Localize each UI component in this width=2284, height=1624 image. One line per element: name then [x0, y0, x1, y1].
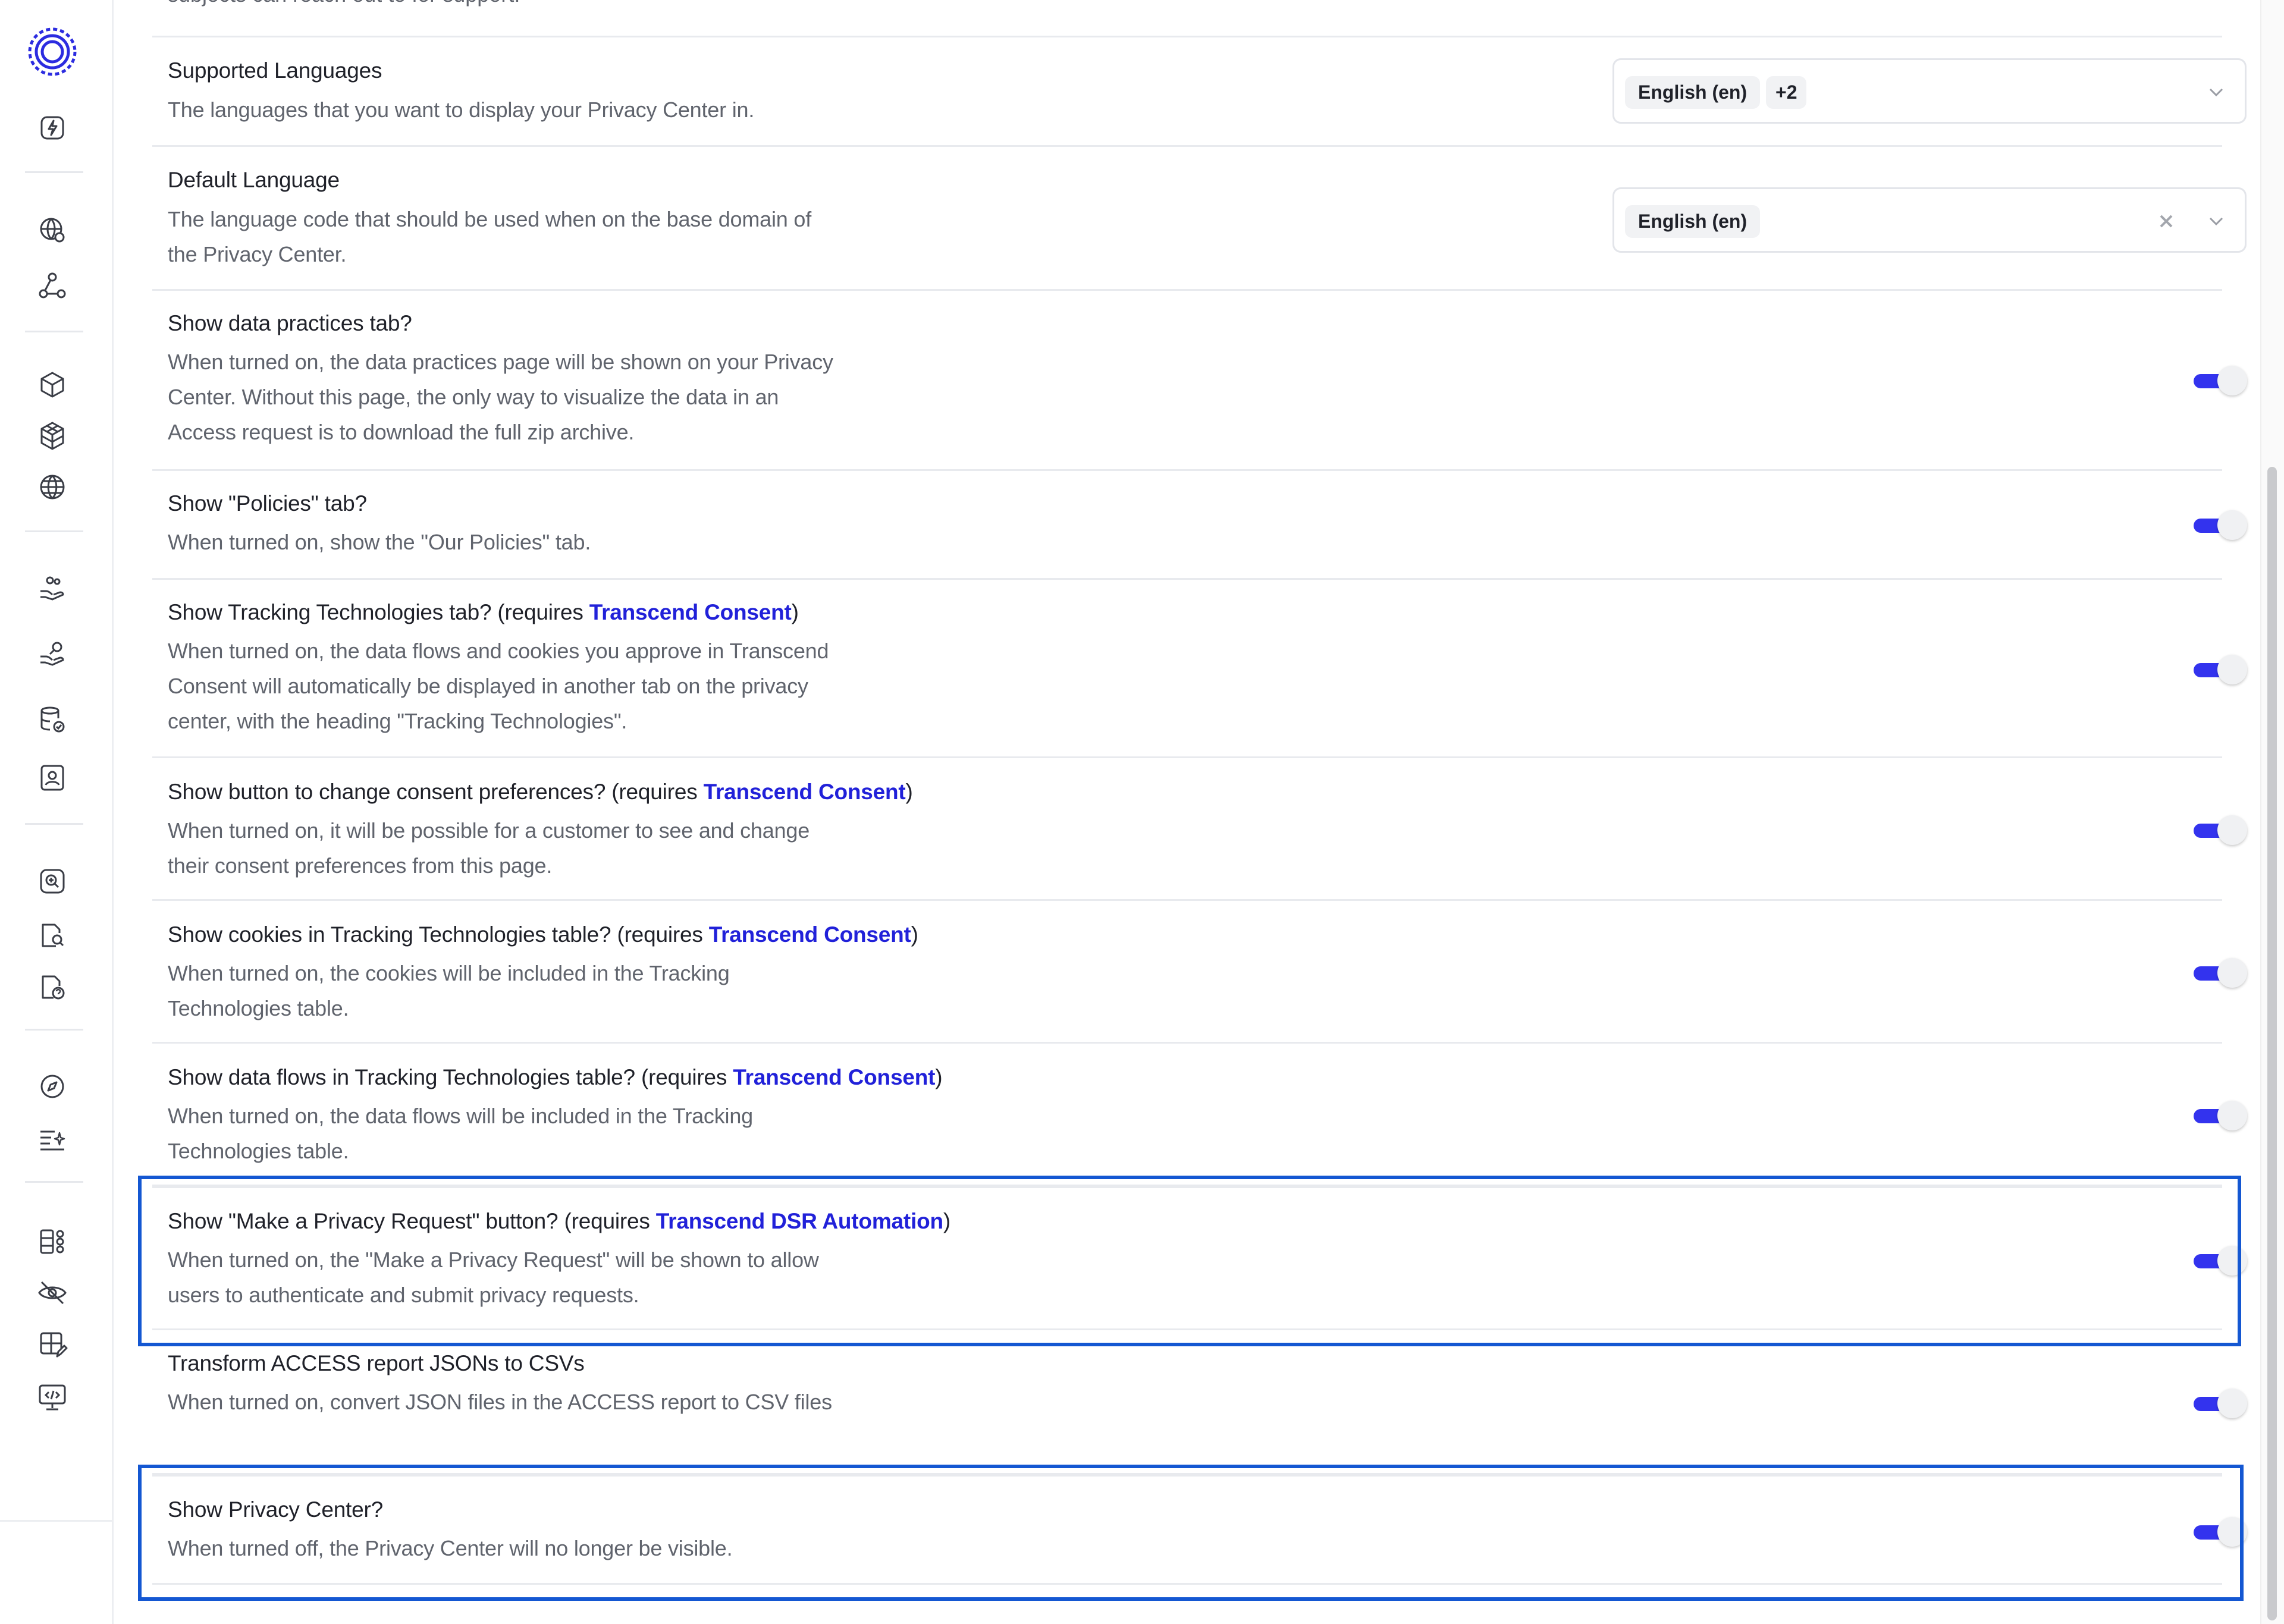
hand-key-icon[interactable]: [34, 636, 70, 672]
supported-languages-select[interactable]: English (en) +2: [1612, 58, 2247, 124]
setting-title: Supported Languages: [168, 58, 382, 83]
layout-blocks-icon[interactable]: [34, 1224, 70, 1259]
setting-default-language: Default Language The language code that …: [152, 147, 2247, 291]
more-languages-chip: +2: [1766, 76, 1807, 109]
language-chip: English (en): [1625, 76, 1761, 109]
setting-description: When turned on, it will be possible for …: [168, 818, 810, 878]
setting-show-cookies-in-table: Show cookies in Tracking Technologies ta…: [152, 901, 2247, 1044]
setting-show-data-practices-tab: Show data practices tab? When turned on,…: [152, 291, 2247, 471]
setting-show-consent-preferences-button: Show button to change consent preference…: [152, 758, 2247, 901]
setting-description: When turned on, the cookies will be incl…: [168, 961, 730, 1020]
transcend-consent-link[interactable]: Transcend Consent: [704, 780, 906, 804]
document-search-icon[interactable]: [34, 918, 70, 953]
grid-edit-icon[interactable]: [34, 1327, 70, 1362]
scrollbar-thumb[interactable]: [2267, 467, 2277, 1620]
clear-icon[interactable]: [2154, 209, 2178, 233]
tracking-technologies-toggle[interactable]: [2194, 655, 2248, 684]
setting-show-data-flows-in-table: Show data flows in Tracking Technologies…: [152, 1044, 2247, 1186]
setting-description: When turned on, the data practices page …: [168, 350, 833, 444]
globe-gear-icon[interactable]: [34, 212, 70, 248]
language-chip: English (en): [1625, 205, 1761, 238]
chevron-down-icon[interactable]: [2205, 81, 2227, 103]
globe-grid-icon[interactable]: [34, 469, 70, 505]
policies-toggle[interactable]: [2194, 510, 2248, 540]
setting-description: When turned on, the data flows will be i…: [168, 1104, 753, 1163]
transcend-logo[interactable]: [27, 26, 78, 77]
eye-off-icon[interactable]: [34, 1275, 70, 1311]
setting-show-tracking-technologies-tab: Show Tracking Technologies tab? (require…: [152, 580, 2247, 758]
monitor-code-icon[interactable]: [34, 1380, 70, 1415]
previous-row-description: subjects can reach out to for support.: [168, 0, 520, 7]
cubes-stack-icon[interactable]: [34, 418, 70, 454]
setting-description: The language code that should be used wh…: [168, 207, 812, 266]
setting-description: When turned on, the "Make a Privacy Requ…: [168, 1248, 819, 1307]
setting-transform-access-report: Transform ACCESS report JSONs to CSVs Wh…: [152, 1330, 2247, 1475]
cube-icon[interactable]: [34, 367, 70, 403]
list-sparkle-icon[interactable]: [34, 1122, 70, 1158]
setting-description: The languages that you want to display y…: [168, 98, 755, 122]
transcend-consent-link[interactable]: Transcend Consent: [733, 1065, 935, 1089]
transform-access-report-toggle[interactable]: [2194, 1389, 2248, 1418]
hand-people-icon[interactable]: [34, 571, 70, 607]
setting-title: Default Language: [168, 168, 340, 192]
setting-title: Show Privacy Center?: [168, 1497, 384, 1522]
data-practices-toggle[interactable]: [2194, 366, 2248, 395]
chevron-down-icon[interactable]: [2205, 211, 2227, 232]
setting-title: Show data practices tab?: [168, 311, 412, 335]
transcend-consent-link[interactable]: Transcend Consent: [709, 922, 911, 947]
document-question-icon[interactable]: [34, 969, 70, 1005]
setting-show-make-privacy-request-button: Show "Make a Privacy Request" button? (r…: [152, 1186, 2247, 1330]
setting-title: Show Tracking Technologies tab? (require…: [168, 600, 799, 624]
cookies-table-toggle[interactable]: [2194, 958, 2248, 988]
make-privacy-request-toggle[interactable]: [2194, 1246, 2248, 1276]
compass-icon[interactable]: [34, 1069, 70, 1104]
setting-description: When turned on, the data flows and cooki…: [168, 639, 829, 733]
setting-title: Show cookies in Tracking Technologies ta…: [168, 922, 918, 947]
show-privacy-center-toggle[interactable]: [2194, 1517, 2248, 1547]
id-card-icon[interactable]: [34, 760, 70, 796]
search-circle-icon[interactable]: [34, 863, 70, 899]
database-check-icon[interactable]: [34, 702, 70, 737]
lightning-icon[interactable]: [34, 110, 70, 146]
setting-title: Transform ACCESS report JSONs to CSVs: [168, 1351, 585, 1375]
setting-title: Show data flows in Tracking Technologies…: [168, 1065, 943, 1089]
setting-show-policies-tab: Show "Policies" tab? When turned on, sho…: [152, 471, 2247, 580]
setting-show-privacy-center: Show Privacy Center? When turned off, th…: [152, 1475, 2247, 1585]
setting-description: When turned on, show the "Our Policies" …: [168, 530, 591, 554]
data-flows-table-toggle[interactable]: [2194, 1101, 2248, 1130]
setting-title: Show button to change consent preference…: [168, 780, 913, 804]
default-language-select[interactable]: English (en): [1612, 187, 2247, 253]
consent-preferences-toggle[interactable]: [2194, 815, 2248, 845]
privacy-center-settings: subjects can reach out to for support. S…: [112, 0, 2260, 1624]
setting-description: When turned on, convert JSON files in th…: [168, 1390, 832, 1414]
transcend-consent-link[interactable]: Transcend Consent: [589, 600, 792, 624]
sidebar: [0, 0, 114, 1624]
setting-supported-languages: Supported Languages The languages that y…: [152, 37, 2247, 147]
transcend-dsr-automation-link[interactable]: Transcend DSR Automation: [656, 1209, 943, 1233]
network-nodes-icon[interactable]: [34, 268, 70, 303]
setting-description: When turned off, the Privacy Center will…: [168, 1536, 733, 1560]
setting-title: Show "Policies" tab?: [168, 491, 367, 516]
setting-title: Show "Make a Privacy Request" button? (r…: [168, 1209, 951, 1233]
